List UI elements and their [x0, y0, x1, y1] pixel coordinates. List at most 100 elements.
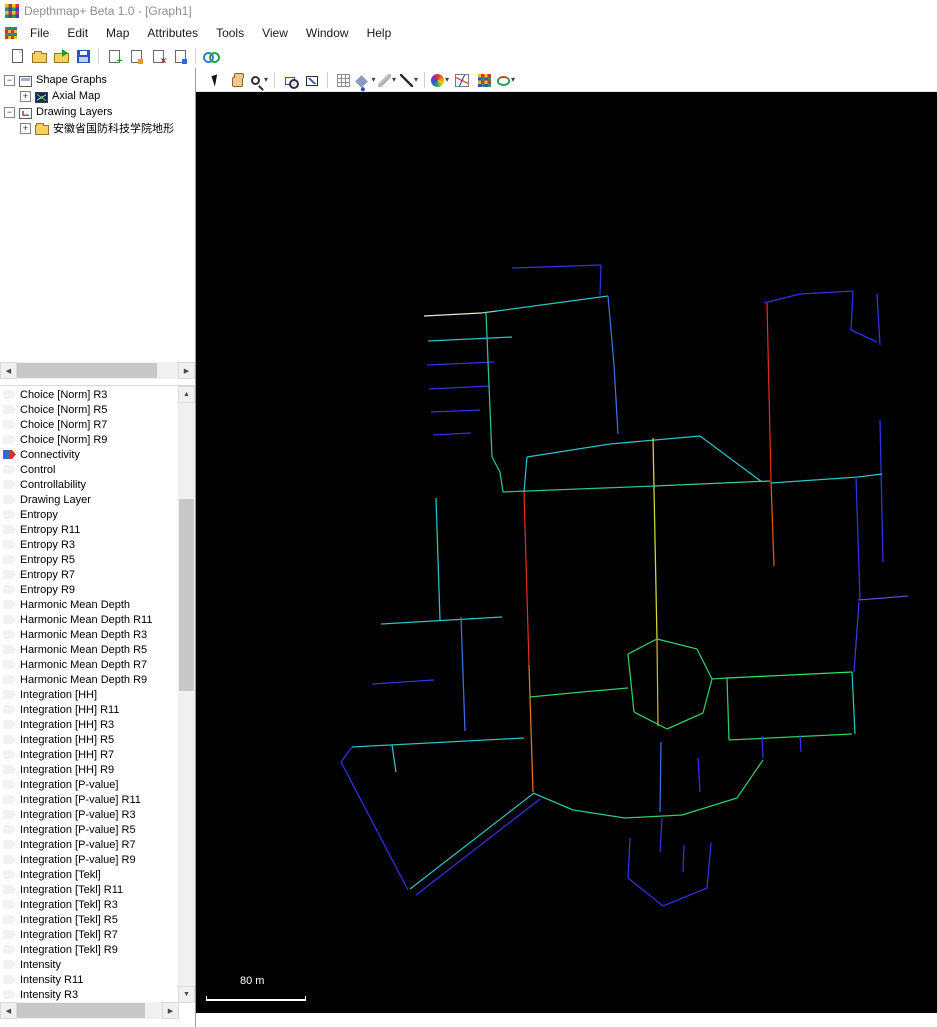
- attribute-item[interactable]: Integration [Tekl] R7: [0, 927, 178, 942]
- axial-line[interactable]: [736, 759, 764, 799]
- axial-line[interactable]: [770, 476, 859, 484]
- axial-line[interactable]: [491, 456, 501, 473]
- scroll-right-icon[interactable]: ▶: [162, 1002, 179, 1019]
- axial-line[interactable]: [726, 677, 730, 741]
- axial-line[interactable]: [726, 671, 853, 679]
- axial-line[interactable]: [409, 792, 535, 890]
- map-canvas[interactable]: 80 m: [196, 92, 937, 1013]
- axial-line[interactable]: [526, 443, 611, 458]
- tree-horizontal-scrollbar[interactable]: ◀ ▶: [0, 362, 195, 379]
- attribute-item[interactable]: Integration [P-value]: [0, 777, 178, 792]
- scroll-down-icon[interactable]: ▼: [178, 986, 195, 1003]
- attribute-item[interactable]: Choice [Norm] R7: [0, 417, 178, 432]
- axial-line[interactable]: [351, 737, 525, 748]
- line-tool-button[interactable]: ▾: [398, 70, 420, 90]
- axial-line[interactable]: [415, 798, 541, 896]
- attribute-item[interactable]: Harmonic Mean Depth R3: [0, 627, 178, 642]
- document-window-icon[interactable]: [5, 27, 17, 39]
- axial-line[interactable]: [572, 809, 626, 819]
- axial-line[interactable]: [532, 792, 574, 811]
- attribute-item[interactable]: Integration [P-value] R9: [0, 852, 178, 867]
- pencil-button[interactable]: ▾: [376, 70, 398, 90]
- attribute-item[interactable]: Integration [P-value] R11: [0, 792, 178, 807]
- push-values-button[interactable]: [169, 46, 191, 66]
- scroll-thumb[interactable]: [179, 499, 194, 691]
- axial-line[interactable]: [799, 290, 854, 295]
- axial-line[interactable]: [624, 814, 683, 819]
- attribute-item[interactable]: Control: [0, 462, 178, 477]
- attribute-item[interactable]: Integration [P-value] R7: [0, 837, 178, 852]
- axial-line[interactable]: [728, 733, 853, 741]
- scroll-right-icon[interactable]: ▶: [178, 362, 195, 379]
- show-grid-button[interactable]: [332, 70, 354, 90]
- axial-line[interactable]: [627, 653, 635, 713]
- menu-edit[interactable]: Edit: [58, 24, 97, 42]
- axial-line[interactable]: [855, 476, 861, 601]
- axial-line[interactable]: [511, 264, 602, 269]
- axial-line[interactable]: [427, 336, 513, 342]
- axial-line[interactable]: [761, 735, 764, 759]
- menu-window[interactable]: Window: [297, 24, 358, 42]
- axial-line[interactable]: [613, 364, 619, 435]
- axial-line[interactable]: [770, 480, 775, 567]
- axial-line[interactable]: [371, 679, 435, 685]
- axial-line[interactable]: [763, 293, 801, 304]
- axial-line[interactable]: [656, 638, 698, 650]
- axial-line[interactable]: [876, 293, 881, 346]
- axial-line[interactable]: [523, 456, 528, 493]
- axial-line[interactable]: [609, 435, 701, 445]
- axial-line[interactable]: [340, 746, 353, 763]
- attribute-item[interactable]: Integration [Tekl] R11: [0, 882, 178, 897]
- fit-view-button[interactable]: [301, 70, 323, 90]
- scroll-left-icon[interactable]: ◀: [0, 362, 17, 379]
- axial-line[interactable]: [340, 761, 409, 891]
- attribute-item[interactable]: Harmonic Mean Depth R7: [0, 657, 178, 672]
- save-button[interactable]: [72, 46, 94, 66]
- attribute-item[interactable]: Integration [P-value] R5: [0, 822, 178, 837]
- update-record-button[interactable]: [125, 46, 147, 66]
- attribute-item[interactable]: Integration [Tekl] R5: [0, 912, 178, 927]
- attribute-item[interactable]: Integration [HH] R5: [0, 732, 178, 747]
- tree-expander-minus-icon[interactable]: −: [4, 106, 15, 118]
- join-button[interactable]: [200, 46, 222, 66]
- axial-line[interactable]: [627, 877, 664, 907]
- add-record-button[interactable]: [103, 46, 125, 67]
- axial-line[interactable]: [581, 687, 629, 693]
- axial-line[interactable]: [799, 734, 802, 753]
- dropdown-caret-icon[interactable]: ▾: [392, 75, 396, 84]
- tree-expander-plus-icon[interactable]: +: [20, 90, 31, 102]
- scroll-left-icon[interactable]: ◀: [0, 1002, 17, 1019]
- attribute-item[interactable]: Entropy: [0, 507, 178, 522]
- tree-item[interactable]: + Axial Map: [0, 88, 195, 104]
- import-file-button[interactable]: [50, 46, 72, 66]
- attribute-item[interactable]: Integration [HH]: [0, 687, 178, 702]
- axial-line[interactable]: [659, 741, 662, 813]
- axial-line[interactable]: [607, 295, 615, 366]
- attribute-item[interactable]: Intensity R3: [0, 987, 178, 1002]
- dropdown-caret-icon[interactable]: ▾: [511, 75, 515, 84]
- menu-attributes[interactable]: Attributes: [138, 24, 207, 42]
- attribute-item[interactable]: Integration [HH] R9: [0, 762, 178, 777]
- tree-item[interactable]: − Shape Graphs: [0, 72, 195, 88]
- axial-line[interactable]: [480, 310, 498, 314]
- axial-line[interactable]: [696, 648, 713, 680]
- axial-line[interactable]: [485, 312, 493, 458]
- axial-line[interactable]: [633, 711, 668, 730]
- step-depth-button[interactable]: ▾: [495, 70, 517, 90]
- menu-file[interactable]: File: [21, 24, 58, 42]
- scroll-up-icon[interactable]: ▲: [178, 386, 195, 403]
- axial-line[interactable]: [766, 302, 772, 482]
- axial-line[interactable]: [391, 744, 397, 773]
- agent-grid-button[interactable]: [473, 70, 495, 90]
- pan-hand-button[interactable]: [226, 70, 248, 90]
- attribute-item[interactable]: Harmonic Mean Depth: [0, 597, 178, 612]
- axial-line[interactable]: [529, 691, 583, 698]
- attribute-item[interactable]: Entropy R7: [0, 567, 178, 582]
- attribute-item[interactable]: Integration [Tekl] R9: [0, 942, 178, 957]
- axial-line[interactable]: [652, 437, 658, 641]
- open-file-button[interactable]: [28, 46, 50, 66]
- axial-line[interactable]: [423, 312, 482, 317]
- attribute-item[interactable]: Harmonic Mean Depth R9: [0, 672, 178, 687]
- scroll-thumb[interactable]: [17, 1003, 145, 1018]
- menu-map[interactable]: Map: [97, 24, 138, 42]
